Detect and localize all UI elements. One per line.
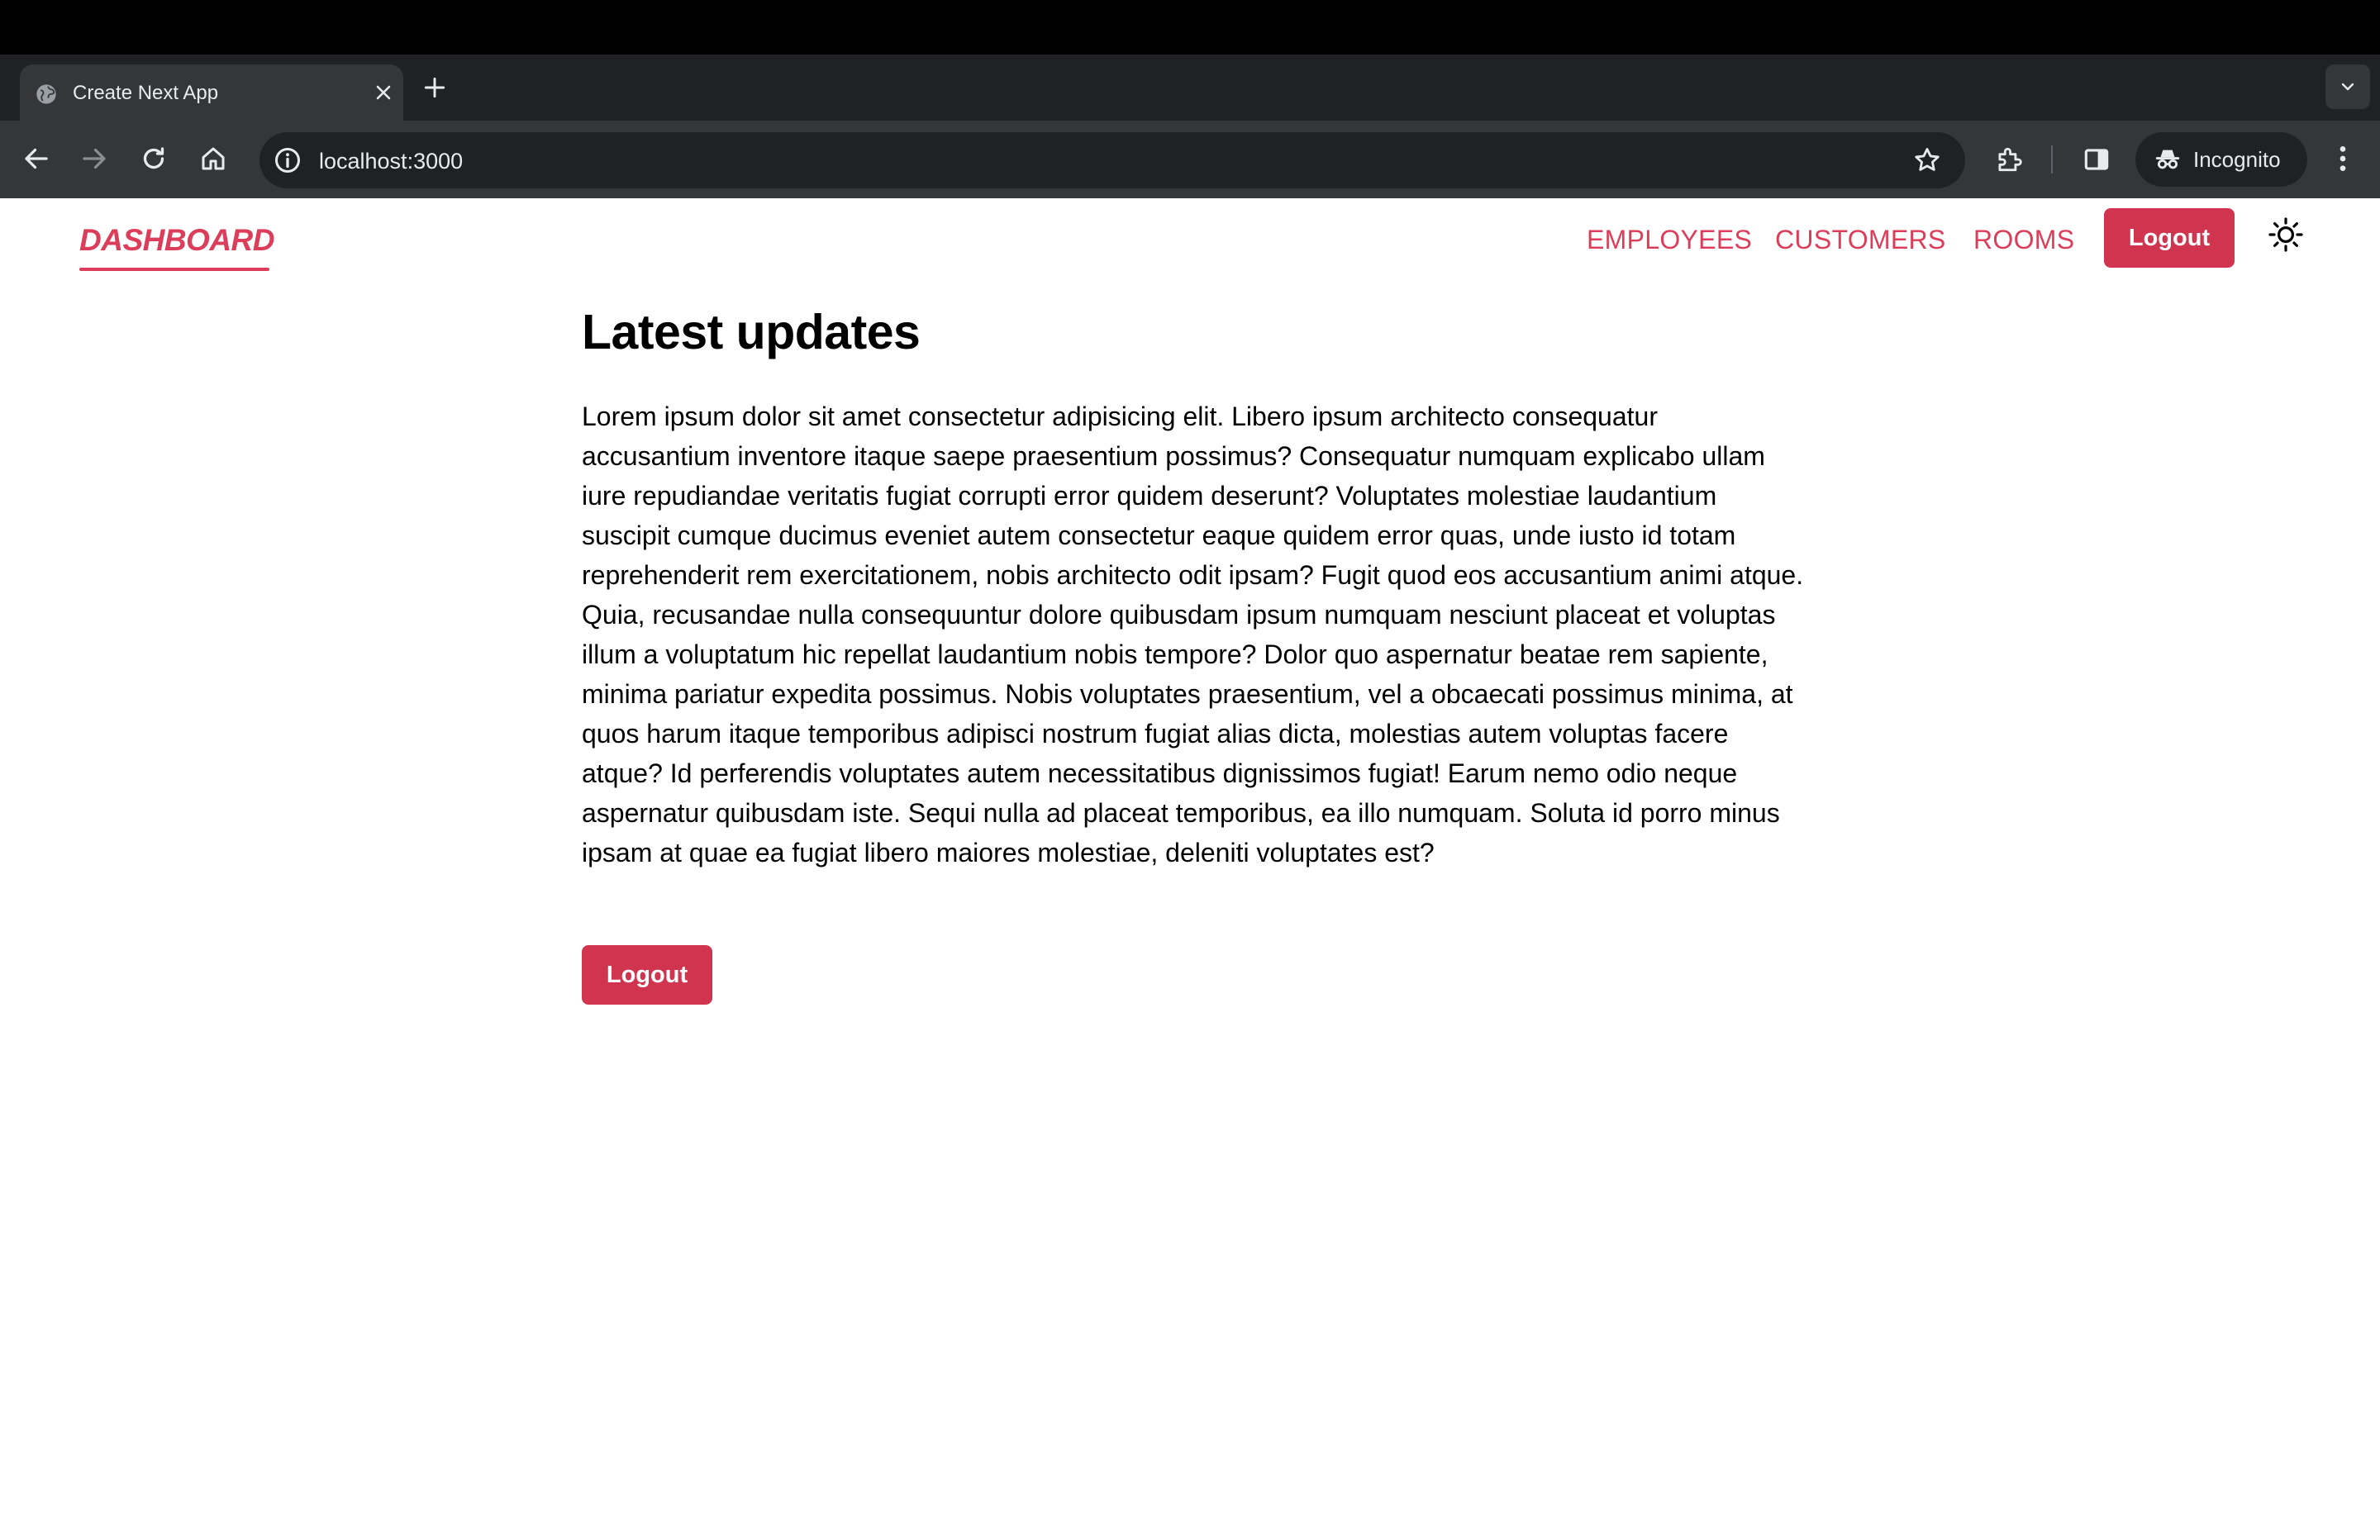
back-arrow-icon[interactable] [21,144,51,173]
nav-link-rooms[interactable]: ROOMS [1973,223,2074,256]
side-panel-icon[interactable] [2081,144,2112,175]
star-icon[interactable] [1912,145,1942,175]
brand-active-underline [79,268,269,271]
globe-favicon-icon [36,84,56,104]
address-bar[interactable]: localhost:3000 [259,132,1965,188]
sun-icon[interactable] [2266,215,2306,254]
reload-icon[interactable] [139,144,169,173]
incognito-label: Incognito [2193,147,2281,172]
incognito-indicator[interactable]: Incognito [2135,132,2307,187]
content-logout-button[interactable]: Logout [582,945,712,1005]
nav-link-customers[interactable]: CUSTOMERS [1775,223,1946,256]
updates-paragraph: Lorem ipsum dolor sit amet consectetur a… [582,402,1804,867]
nav-link-employees[interactable]: EMPLOYEES [1587,223,1752,256]
site-info-icon[interactable] [273,145,302,175]
plus-icon[interactable] [421,74,448,101]
incognito-icon [2155,150,2180,169]
more-vert-icon[interactable] [2330,142,2355,175]
tab-title: Create Next App [73,82,219,104]
toolbar-divider [2051,145,2053,173]
tab-strip: Create Next App [0,55,2380,121]
extensions-icon[interactable] [1993,144,2025,175]
page-title: Latest updates [582,305,921,359]
window-top-bar [0,0,2380,55]
chevron-down-icon [2341,83,2354,91]
tab-search-button[interactable] [2325,64,2370,109]
home-icon[interactable] [198,144,228,173]
dashboard-brand-link[interactable]: DASHBOARD [79,221,275,259]
browser-toolbar: localhost:3000 Incognito [0,121,2380,198]
tab-create-next-app[interactable]: Create Next App [20,64,403,121]
url-text[interactable]: localhost:3000 [319,147,463,175]
close-icon[interactable] [372,81,395,104]
forward-arrow-icon[interactable] [79,144,109,173]
navbar-logout-button[interactable]: Logout [2104,208,2235,268]
web-page: DASHBOARD EMPLOYEES CUSTOMERS ROOMS Logo… [0,198,2380,1540]
